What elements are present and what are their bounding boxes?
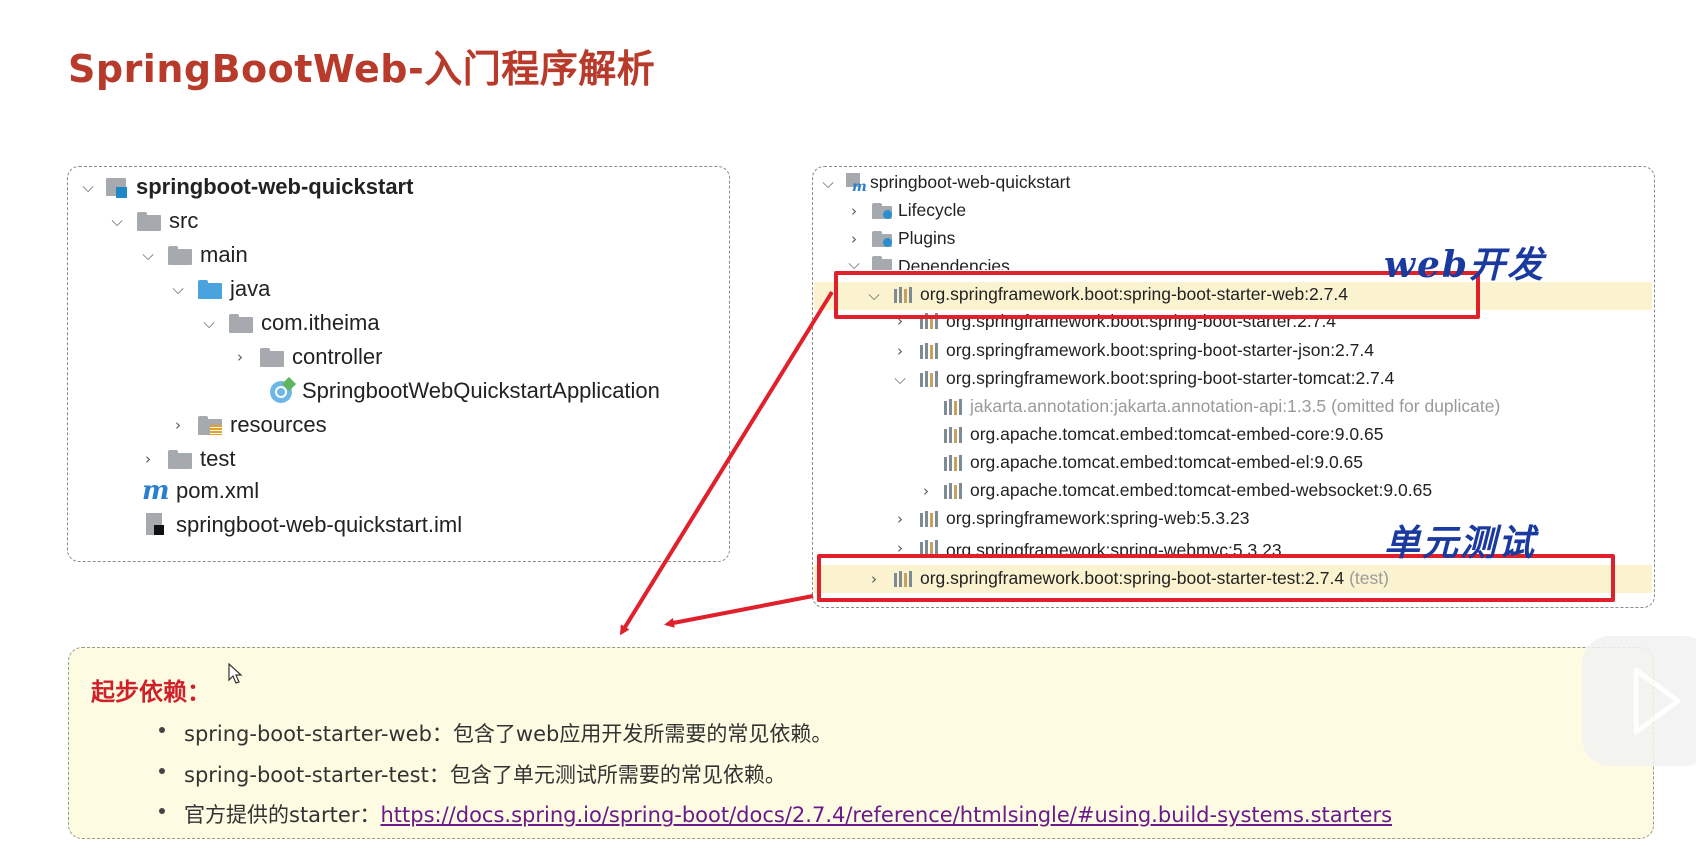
mouse-cursor-icon: [228, 663, 243, 684]
info-bullet-link-prefix: 官方提供的starter：: [184, 803, 381, 827]
video-play-button[interactable]: [1582, 636, 1696, 766]
play-icon: [1633, 667, 1681, 735]
bullet-dot: [159, 727, 165, 733]
starter-info-box: 起步依赖： spring-boot-starter-web：包含了web应用开发…: [68, 647, 1654, 839]
starters-doc-link[interactable]: https://docs.spring.io/spring-boot/docs/…: [380, 803, 1392, 827]
info-title: 起步依赖：: [91, 678, 211, 706]
info-bullet-test: spring-boot-starter-test：包含了单元测试所需要的常见依赖…: [159, 759, 786, 789]
bullet-dot: [159, 768, 165, 774]
arrow-web: [619, 290, 834, 636]
info-bullet-link: 官方提供的starter：https://docs.spring.io/spri…: [159, 799, 1392, 829]
info-bullet-web: spring-boot-starter-web：包含了web应用开发所需要的常见…: [159, 718, 832, 748]
bullet-dot: [159, 808, 165, 814]
info-bullet-test-text: spring-boot-starter-test：包含了单元测试所需要的常见依赖…: [184, 763, 786, 787]
arrow-test: [664, 594, 814, 628]
info-bullet-web-text: spring-boot-starter-web：包含了web应用开发所需要的常见…: [184, 722, 833, 746]
